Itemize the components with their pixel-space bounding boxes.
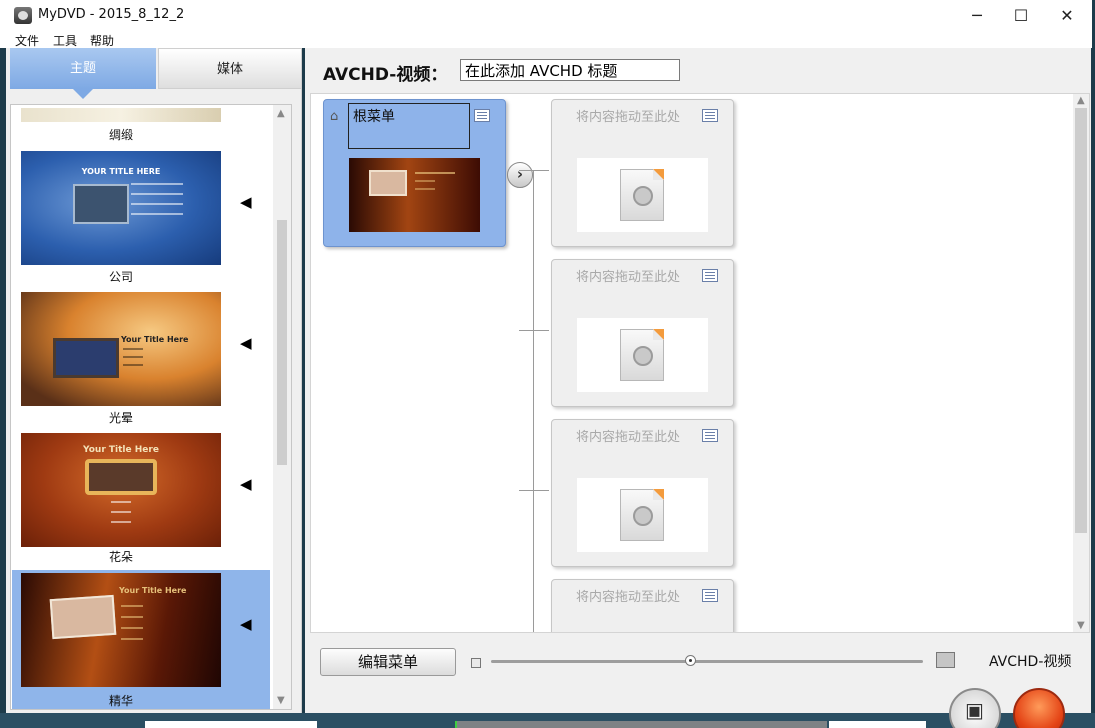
status-strip (0, 713, 1095, 728)
theme-name: 精华 (108, 694, 133, 708)
content-drop-slot[interactable]: 将内容拖动至此处 (551, 259, 734, 407)
content-drop-slot[interactable]: 将内容拖动至此处 (551, 579, 734, 632)
scrollbar-thumb[interactable] (277, 220, 287, 465)
theme-name: 光晕 (108, 411, 133, 425)
minimize-button[interactable]: ─ (954, 0, 1000, 31)
theme-name: 公司 (108, 270, 133, 284)
list-icon[interactable] (474, 109, 490, 122)
root-menu-node[interactable]: ⌂ 根菜单 › (323, 99, 533, 247)
tree-connector (519, 490, 549, 491)
chevron-right-icon[interactable]: › (507, 162, 533, 188)
drop-hint: 将内容拖动至此处 (576, 590, 681, 605)
theme-name: 花朵 (108, 550, 133, 564)
theme-list-scrollbar[interactable]: ▲ ▼ (273, 105, 291, 709)
zoom-slider[interactable] (491, 660, 923, 663)
zoom-in-icon[interactable] (936, 652, 955, 668)
edit-menu-button[interactable]: 编辑菜单 (320, 648, 456, 676)
root-menu-thumbnail (349, 158, 480, 232)
theme-item-satin[interactable]: 绸缎 (12, 105, 270, 145)
close-button[interactable]: ✕ (1044, 0, 1090, 31)
status-field (145, 721, 317, 728)
disc-capacity-bar (455, 721, 827, 728)
zoom-out-icon[interactable] (471, 658, 481, 668)
video-file-icon (620, 489, 664, 541)
list-icon[interactable] (702, 429, 718, 442)
canvas-scrollbar[interactable]: ▲ ▼ (1073, 94, 1089, 632)
window-titlebar: MyDVD - 2015_8_12_2 ─ ☐ ✕ (0, 0, 1092, 31)
menu-tree-canvas[interactable]: ⌂ 根菜单 › 将内容拖动至此处 将内容拖动至此处 将内容拖动至此处 将内容拖动… (310, 93, 1090, 633)
drop-hint: 将内容拖动至此处 (576, 270, 681, 285)
menu-tools[interactable]: 工具 (53, 32, 77, 49)
list-icon[interactable] (702, 109, 718, 122)
content-drop-slot[interactable]: 将内容拖动至此处 (551, 419, 734, 567)
thumbnail-title: Your Title Here (83, 445, 159, 455)
theme-thumbnail: Your Title Here (21, 292, 221, 406)
tab-media[interactable]: 媒体 (158, 48, 302, 89)
apply-theme-icon[interactable]: ◀ (240, 334, 252, 352)
video-file-icon (620, 169, 664, 221)
scroll-up-icon[interactable]: ▲ (277, 108, 285, 119)
zoom-slider-handle[interactable] (685, 655, 696, 666)
editor-toolbar: 编辑菜单 AVCHD-视频 (305, 638, 1091, 688)
project-type-label: AVCHD-视频： (323, 65, 448, 85)
tree-connector (533, 170, 534, 632)
thumbnail-frame (85, 459, 157, 495)
status-field (829, 721, 926, 728)
scroll-down-icon[interactable]: ▼ (1077, 620, 1085, 631)
home-icon: ⌂ (330, 109, 339, 124)
menu-help[interactable]: 帮助 (90, 32, 114, 49)
app-icon (14, 7, 32, 24)
scroll-down-icon[interactable]: ▼ (277, 695, 285, 706)
theme-list[interactable]: 绸缎 YOUR TITLE HERE ◀ 公司 Your Title Here (10, 104, 292, 710)
drop-hint: 将内容拖动至此处 (576, 110, 681, 125)
theme-panel: 主题 媒体 绸缎 YOUR TITLE HERE ◀ 公司 Your Title… (6, 48, 302, 713)
tab-themes[interactable]: 主题 (10, 48, 156, 99)
theme-item-halo[interactable]: Your Title Here ◀ 光晕 (12, 289, 270, 430)
theme-item-essence[interactable]: Your Title Here ◀ 精华 (12, 570, 270, 709)
menu-editor-panel: AVCHD-视频： ⌂ 根菜单 › 将内容拖动至此处 将内 (305, 48, 1091, 728)
theme-item-flower[interactable]: Your Title Here ◀ 花朵 (12, 430, 270, 571)
list-icon[interactable] (702, 589, 718, 602)
thumbnail-frame (73, 184, 129, 224)
thumbnail-frame (53, 338, 119, 378)
theme-thumbnail: Your Title Here (21, 433, 221, 547)
menu-bar: 文件 工具 帮助 (0, 31, 1092, 48)
scrollbar-thumb[interactable] (1075, 108, 1087, 533)
apply-theme-icon[interactable]: ◀ (240, 475, 252, 493)
video-file-icon (620, 329, 664, 381)
list-icon[interactable] (702, 269, 718, 282)
apply-theme-icon[interactable]: ◀ (240, 615, 252, 633)
tree-connector (519, 170, 549, 171)
thumbnail-title: Your Title Here (119, 586, 187, 595)
theme-thumbnail: Your Title Here (21, 573, 221, 687)
thumbnail-title: Your Title Here (121, 335, 189, 344)
window-title: MyDVD - 2015_8_12_2 (38, 7, 185, 22)
project-title-input[interactable] (460, 59, 680, 81)
slot-preview (577, 318, 708, 392)
drop-hint: 将内容拖动至此处 (576, 430, 681, 445)
tree-connector (519, 330, 549, 331)
maximize-button[interactable]: ☐ (998, 0, 1044, 31)
scroll-up-icon[interactable]: ▲ (1077, 95, 1085, 106)
theme-name: 绸缎 (108, 128, 133, 142)
theme-thumbnail: YOUR TITLE HERE (21, 151, 221, 265)
thumbnail-title: YOUR TITLE HERE (81, 167, 161, 176)
theme-item-corporate[interactable]: YOUR TITLE HERE ◀ 公司 (12, 148, 270, 289)
content-drop-slot[interactable]: 将内容拖动至此处 (551, 99, 734, 247)
slot-preview (577, 158, 708, 232)
thumbnail-frame (49, 594, 117, 640)
mode-label: AVCHD-视频 (989, 654, 1072, 670)
theme-thumbnail (21, 108, 221, 122)
menu-file[interactable]: 文件 (15, 32, 39, 49)
apply-theme-icon[interactable]: ◀ (240, 193, 252, 211)
slot-preview (577, 478, 708, 552)
root-menu-name[interactable]: 根菜单 (348, 103, 470, 149)
